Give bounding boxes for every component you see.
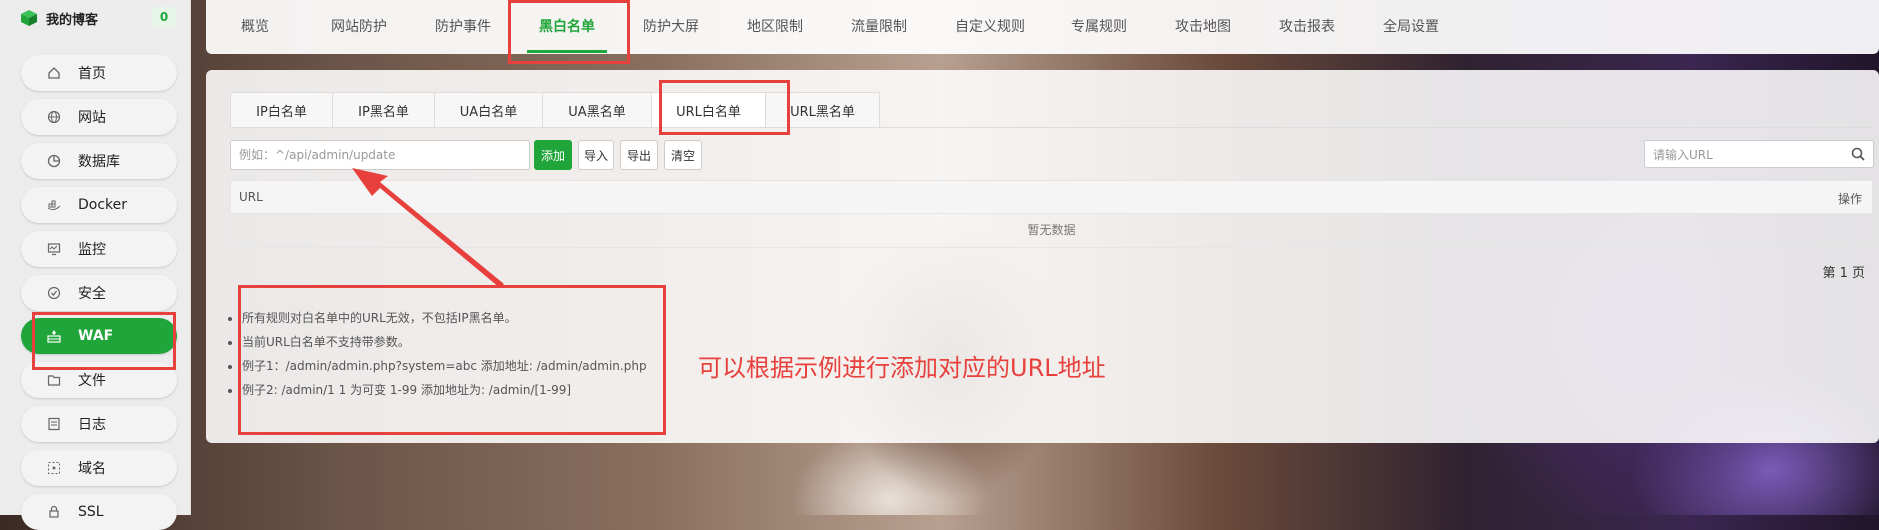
annotation-arrow-icon <box>352 168 504 288</box>
annotation-text: 可以根据示例进行添加对应的URL地址 <box>698 354 1106 382</box>
active-tab-underline <box>527 50 607 53</box>
